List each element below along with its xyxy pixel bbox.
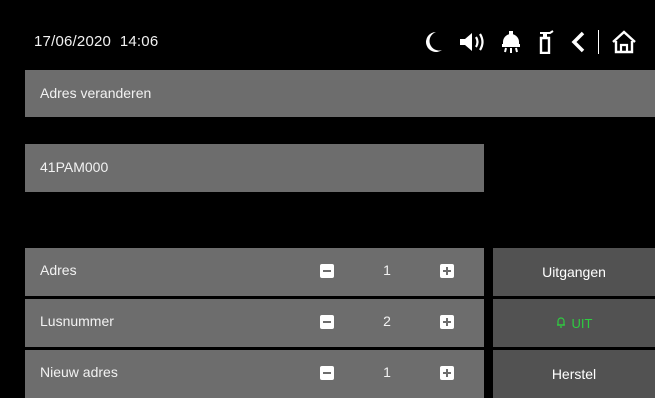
increment-loop-button[interactable] [440, 315, 454, 329]
row-label: Nieuw adres [40, 364, 118, 380]
device-name: 41PAM000 [40, 159, 109, 175]
reset-button[interactable]: Herstel [493, 350, 655, 398]
decrement-loop-button[interactable] [320, 315, 334, 329]
moon-icon[interactable] [422, 30, 444, 54]
decrement-new-address-button[interactable] [320, 366, 334, 380]
increment-address-button[interactable] [440, 264, 454, 278]
speaker-icon[interactable] [458, 31, 486, 53]
back-icon[interactable] [570, 31, 586, 53]
extinguisher-icon[interactable] [536, 30, 556, 54]
row-label: Adres [40, 262, 77, 278]
toolbar-icons [422, 28, 637, 56]
time-text: 14:06 [119, 33, 159, 50]
outputs-button[interactable]: Uitgangen [493, 248, 655, 296]
address-value: 1 [383, 262, 391, 278]
device-name-field: 41PAM000 [25, 144, 484, 192]
page-title: Adres veranderen [40, 85, 152, 101]
date-text: 17/06/2020 [34, 33, 112, 50]
datetime: 17/06/2020 14:06 [34, 33, 158, 50]
status-bar: 17/06/2020 14:06 [0, 0, 655, 70]
uit-button[interactable]: UIT [493, 299, 655, 347]
decrement-address-button[interactable] [320, 264, 334, 278]
uit-label: UIT [571, 315, 593, 331]
reset-label: Herstel [551, 366, 597, 382]
page-title-bar: Adres veranderen [25, 70, 655, 117]
home-icon[interactable] [611, 30, 637, 54]
outputs-label: Uitgangen [542, 264, 606, 280]
loop-number-row: Lusnummer 2 [25, 299, 484, 347]
new-address-row: Nieuw adres 1 [25, 350, 484, 398]
address-row: Adres 1 [25, 248, 484, 296]
increment-new-address-button[interactable] [440, 366, 454, 380]
fire-detector-icon[interactable] [500, 30, 522, 54]
toolbar-divider [598, 30, 599, 54]
row-label: Lusnummer [40, 313, 114, 329]
bell-icon [556, 316, 566, 331]
loop-value: 2 [383, 313, 391, 329]
new-address-value: 1 [383, 364, 391, 380]
